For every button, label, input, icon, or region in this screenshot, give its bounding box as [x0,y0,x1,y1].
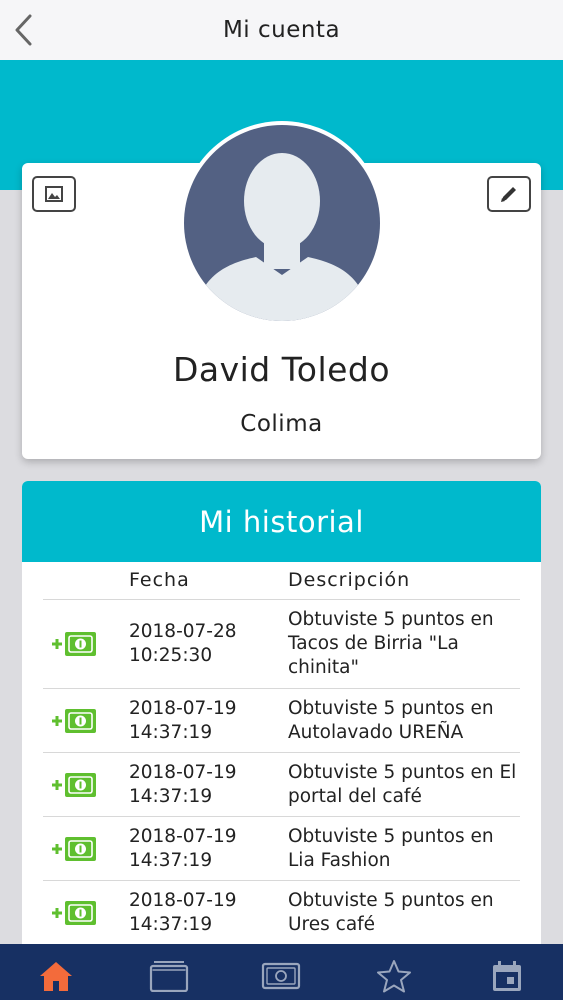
wallet-icon [149,961,189,992]
table-header: Fecha Descripción [43,562,520,600]
user-city: Colima [240,411,323,437]
row-time: 10:25:30 [129,645,213,666]
table-row[interactable]: 2018-07-19 14:37:19 Obtuviste 5 puntos e… [43,689,520,753]
table-row[interactable]: 2018-07-19 14:37:19 Obtuviste 5 puntos e… [43,817,520,881]
table-row[interactable]: 2018-07-19 14:37:19 Obtuviste 5 puntos e… [43,753,520,817]
row-date: 2018-07-19 [129,826,237,847]
avatar[interactable] [180,121,384,325]
user-name: David Toledo [172,350,391,389]
home-icon [40,962,72,991]
back-button[interactable] [6,10,40,50]
row-description: Obtuviste 5 puntos en Lia Fashion [288,826,494,871]
star-icon [377,960,411,993]
change-photo-button[interactable] [32,176,76,212]
banknote-icon [261,962,301,990]
nav-item-wallet[interactable] [144,956,194,996]
plus-money-icon [52,632,96,656]
profile-card: David Toledo Colima [22,121,541,459]
column-header-description: Descripción [288,569,411,591]
row-description: Obtuviste 5 puntos en Tacos de Birria "L… [288,609,494,678]
plus-money-icon [52,773,96,797]
person-silhouette-icon [184,125,380,321]
row-description: Obtuviste 5 puntos en Ures café [288,890,494,935]
row-description: Obtuviste 5 puntos en Autolavado UREÑA [288,698,494,743]
history-card: Mi historial Fecha Descripción 2018-07-2… [22,481,541,961]
row-date: 2018-07-19 [129,698,237,719]
row-time: 14:37:19 [129,786,213,807]
nav-item-home[interactable] [31,956,81,996]
row-time: 14:37:19 [129,722,213,743]
history-title: Mi historial [199,504,364,539]
row-date: 2018-07-19 [129,890,237,911]
image-icon [45,186,63,202]
row-date: 2018-07-19 [129,762,237,783]
app-bar: Mi cuenta [0,0,563,60]
table-row[interactable]: 2018-07-19 14:37:19 Obtuviste 5 puntos e… [43,881,520,945]
row-date: 2018-07-28 [129,621,237,642]
history-header: Mi historial [22,481,541,562]
plus-money-icon [52,901,96,925]
table-row[interactable]: 2018-07-28 10:25:30 Obtuviste 5 puntos e… [43,600,520,689]
nav-item-calendar[interactable] [482,956,532,996]
plus-money-icon [52,837,96,861]
nav-item-favorites[interactable] [369,956,419,996]
calendar-icon [493,961,521,991]
nav-item-points[interactable] [256,956,306,996]
pencil-icon [501,187,516,202]
plus-money-icon [52,709,96,733]
chevron-left-icon [15,14,32,46]
row-description: Obtuviste 5 puntos en El portal del café [288,762,517,807]
edit-profile-button[interactable] [487,176,531,212]
column-header-date: Fecha [129,569,190,591]
page-title: Mi cuenta [222,17,341,43]
bottom-nav [0,944,563,1000]
history-list: 2018-07-28 10:25:30 Obtuviste 5 puntos e… [43,600,520,945]
row-time: 14:37:19 [129,914,213,935]
row-time: 14:37:19 [129,850,213,871]
